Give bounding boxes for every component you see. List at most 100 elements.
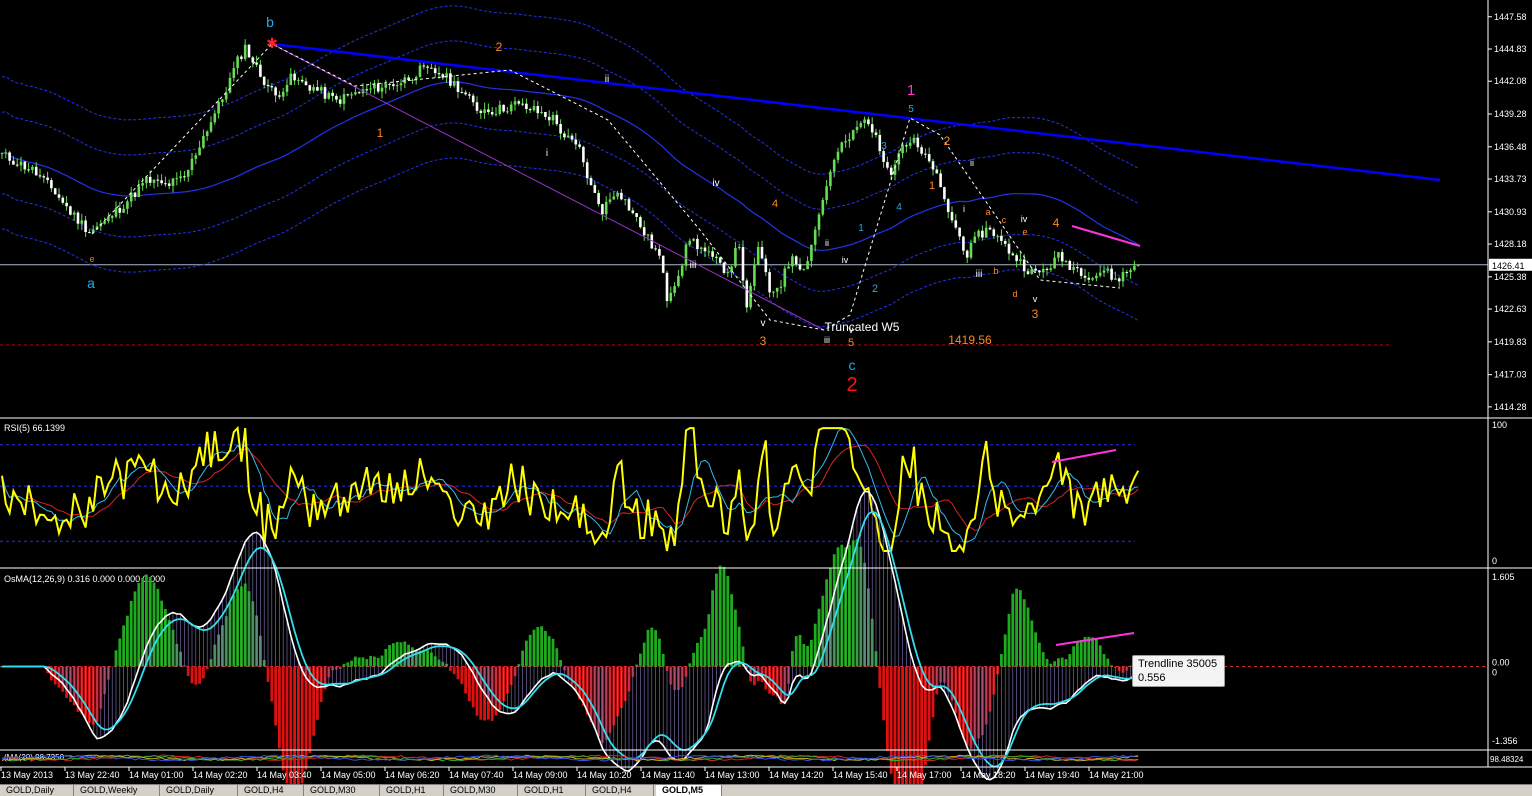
- wave-label: 1: [377, 126, 384, 140]
- candle-body: [423, 65, 426, 66]
- osma-bar: [552, 639, 555, 667]
- candle-body: [168, 183, 171, 185]
- candle-body: [1050, 268, 1053, 270]
- candle-body: [913, 138, 916, 143]
- tab-gold-weekly[interactable]: GOLD,Weekly: [74, 785, 160, 796]
- candle-body: [464, 93, 467, 95]
- candle-body: [643, 227, 646, 235]
- candle-body: [962, 236, 965, 250]
- osma-bar: [1023, 599, 1026, 666]
- osma-bar: [544, 631, 547, 667]
- tab-gold-h1-2[interactable]: GOLD,H1: [518, 785, 586, 796]
- osma-bar: [191, 666, 194, 683]
- tab-gold-h4[interactable]: GOLD,H4: [238, 785, 304, 796]
- osma-bar: [346, 662, 349, 666]
- candle-body: [784, 269, 787, 287]
- candle-body: [624, 199, 627, 200]
- osma-bar: [1072, 646, 1075, 666]
- candle-body: [955, 220, 958, 227]
- candle-body: [924, 154, 927, 155]
- candle-body: [867, 119, 870, 124]
- wave-label: 3: [881, 141, 887, 152]
- osma-bar: [122, 625, 125, 666]
- wave-label: d: [1012, 289, 1017, 299]
- price-tick-label: 1419.83: [1494, 337, 1527, 347]
- tab-gold-daily-2[interactable]: GOLD,Daily: [160, 785, 238, 796]
- wave-label: v: [761, 318, 766, 329]
- osma-bar: [354, 657, 357, 667]
- candle-body: [848, 140, 851, 142]
- osma-bar: [1106, 659, 1109, 667]
- osma-bar: [194, 666, 197, 684]
- candle-body: [438, 73, 441, 74]
- osma-bar: [453, 666, 456, 674]
- osma-bar: [639, 654, 642, 667]
- candle-body: [27, 169, 30, 170]
- candle-body: [240, 57, 243, 59]
- candle-body: [210, 122, 213, 131]
- candle-body: [328, 93, 331, 99]
- osma-bar: [901, 666, 904, 784]
- tab-gold-m30-2[interactable]: GOLD,M30: [444, 785, 518, 796]
- candle-body: [970, 243, 973, 258]
- candle-body: [727, 272, 730, 273]
- osma-bar: [373, 657, 376, 667]
- osma-bar: [658, 639, 661, 667]
- candle-body: [411, 80, 414, 81]
- candle-body: [187, 170, 190, 177]
- candle-body: [426, 67, 429, 68]
- rsi-tick-label: 0: [1492, 556, 1497, 566]
- tab-gold-m30[interactable]: GOLD,M30: [304, 785, 380, 796]
- candle-body: [951, 212, 954, 220]
- purple-line: [272, 44, 824, 330]
- candle-body: [1107, 269, 1110, 271]
- candle-body: [320, 87, 323, 90]
- candle-body: [886, 162, 889, 168]
- candle-body: [601, 204, 604, 214]
- candle-body: [468, 94, 471, 95]
- candle-body: [974, 237, 977, 243]
- osma-bar: [1087, 637, 1090, 667]
- candle-body: [388, 84, 391, 85]
- osma-bar: [791, 651, 794, 666]
- osma-bar: [202, 666, 205, 678]
- wave-label: 2: [496, 40, 503, 54]
- tooltip-value: 0.556: [1138, 671, 1219, 685]
- osma-bar: [1011, 594, 1014, 667]
- candle-body: [647, 235, 650, 236]
- candle-body: [392, 84, 395, 86]
- candle-body: [134, 193, 137, 197]
- candle-body: [852, 130, 855, 139]
- osma-bar: [726, 576, 729, 666]
- candle-body: [692, 239, 695, 241]
- candle-body: [77, 213, 80, 224]
- candle-body: [594, 185, 597, 193]
- candle-body: [989, 228, 992, 230]
- wave-label: b: [993, 266, 998, 276]
- candle-body: [442, 74, 445, 77]
- tab-gold-h4-2[interactable]: GOLD,H4: [586, 785, 654, 796]
- candle-body: [12, 161, 15, 165]
- candle-body: [20, 162, 23, 166]
- candle-body: [233, 68, 236, 78]
- upper-band-outer: [2, 6, 1138, 175]
- osma-bar: [1103, 654, 1106, 666]
- tab-gold-m5[interactable]: GOLD,M5: [656, 785, 722, 796]
- candle-body: [529, 109, 532, 110]
- candle-body: [537, 106, 540, 113]
- osma-bar: [662, 654, 665, 667]
- candle-body: [324, 87, 327, 99]
- tab-gold-h1[interactable]: GOLD,H1: [380, 785, 444, 796]
- osma-bar: [206, 666, 209, 669]
- osma-bar: [692, 653, 695, 667]
- candle-body: [453, 81, 456, 86]
- candle-body: [791, 256, 794, 266]
- candle-body: [1065, 261, 1068, 262]
- candle-body: [278, 95, 281, 96]
- rsi-tick-label: 100: [1492, 420, 1507, 430]
- tab-gold-daily[interactable]: GOLD,Daily: [0, 785, 74, 796]
- osma-bar: [1030, 620, 1033, 666]
- candle-body: [700, 248, 703, 249]
- candle-body: [632, 210, 635, 213]
- wave-label: iii: [976, 269, 983, 280]
